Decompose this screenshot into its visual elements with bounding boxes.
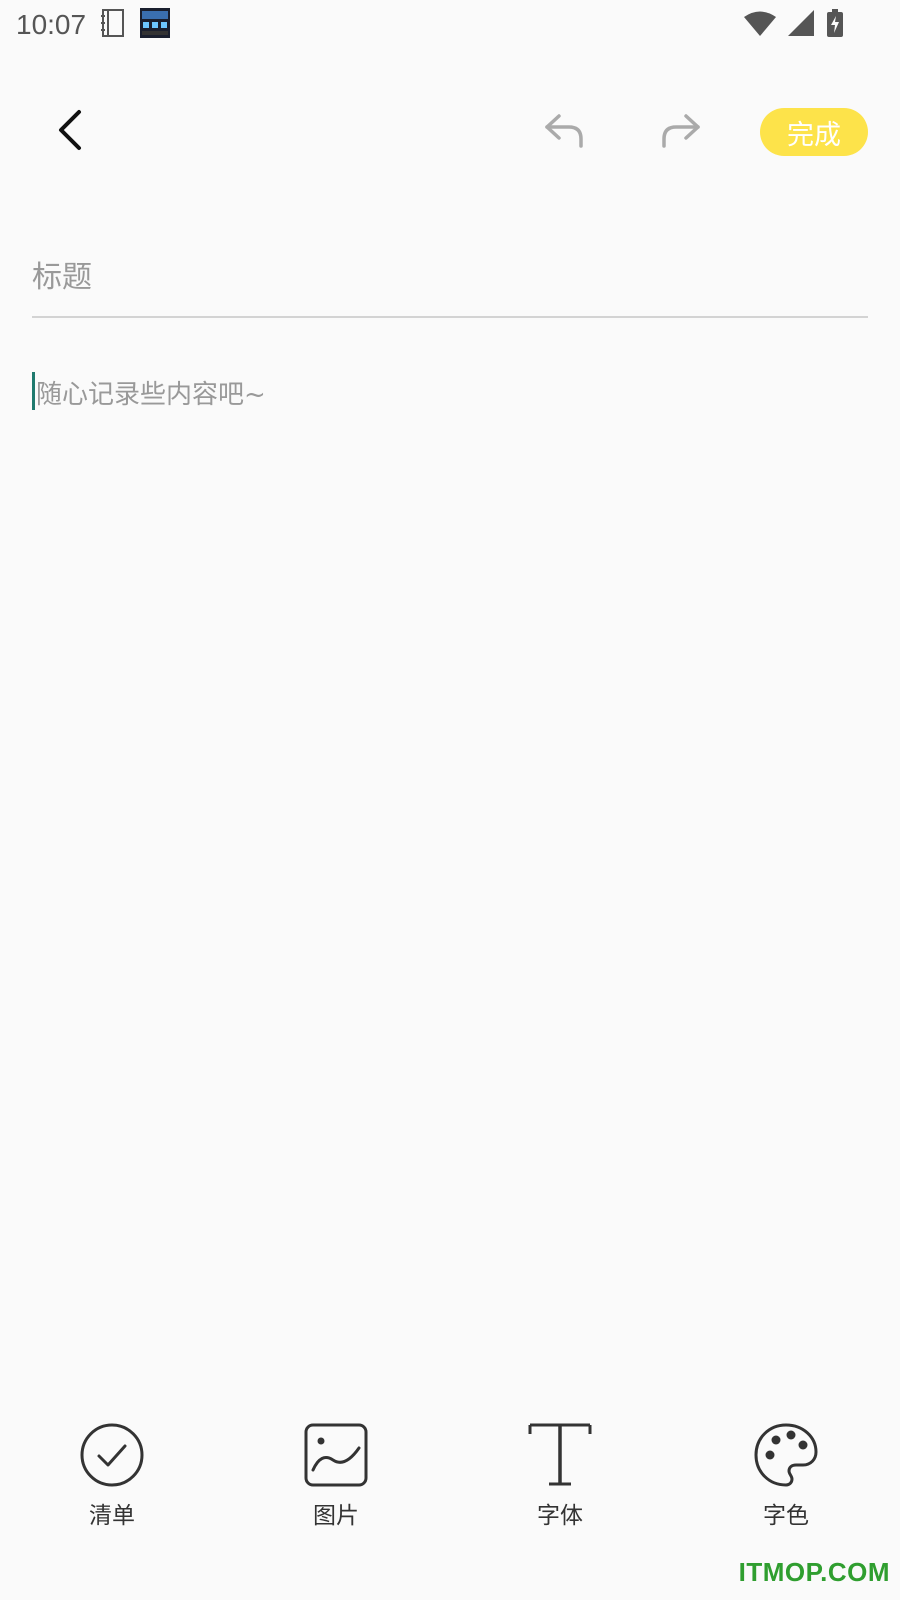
battery-charging-icon bbox=[826, 9, 844, 41]
palette-icon bbox=[751, 1420, 821, 1490]
font-button[interactable]: 字体 bbox=[500, 1420, 620, 1540]
status-right bbox=[744, 9, 844, 41]
bottom-toolbar: 清单 图片 字体 字色 bbox=[0, 1420, 900, 1540]
done-button[interactable]: 完成 bbox=[760, 108, 868, 156]
undo-icon bbox=[543, 110, 587, 154]
image-button[interactable]: 图片 bbox=[276, 1420, 396, 1540]
status-time: 10:07 bbox=[16, 9, 87, 40]
notebook-icon bbox=[100, 8, 126, 42]
watermark: ITMOP.COM bbox=[738, 1557, 890, 1587]
text-color-label: 字色 bbox=[763, 1503, 809, 1529]
checklist-icon bbox=[77, 1420, 147, 1490]
editor-toolbar: 完成 bbox=[0, 92, 900, 172]
cell-signal-icon bbox=[788, 10, 814, 40]
text-color-button[interactable]: 字色 bbox=[726, 1420, 846, 1540]
redo-icon bbox=[658, 110, 702, 154]
title-input[interactable] bbox=[32, 244, 868, 310]
undo-button[interactable] bbox=[535, 106, 595, 158]
text-caret bbox=[32, 372, 35, 410]
clock-widget-icon bbox=[140, 8, 171, 42]
title-field bbox=[32, 244, 868, 318]
font-icon bbox=[525, 1420, 595, 1490]
chevron-left-icon bbox=[55, 108, 85, 156]
checklist-label: 清单 bbox=[89, 1503, 135, 1529]
content-input[interactable] bbox=[36, 370, 866, 1270]
wifi-icon bbox=[744, 10, 776, 40]
status-bar: 10:07 bbox=[0, 0, 900, 50]
content-field bbox=[32, 370, 868, 1270]
image-icon bbox=[301, 1420, 371, 1490]
font-label: 字体 bbox=[537, 1503, 583, 1529]
status-left: 10:07 bbox=[16, 8, 171, 42]
image-label: 图片 bbox=[313, 1503, 359, 1529]
back-button[interactable] bbox=[40, 102, 100, 162]
redo-button[interactable] bbox=[650, 106, 710, 158]
checklist-button[interactable]: 清单 bbox=[52, 1420, 172, 1540]
